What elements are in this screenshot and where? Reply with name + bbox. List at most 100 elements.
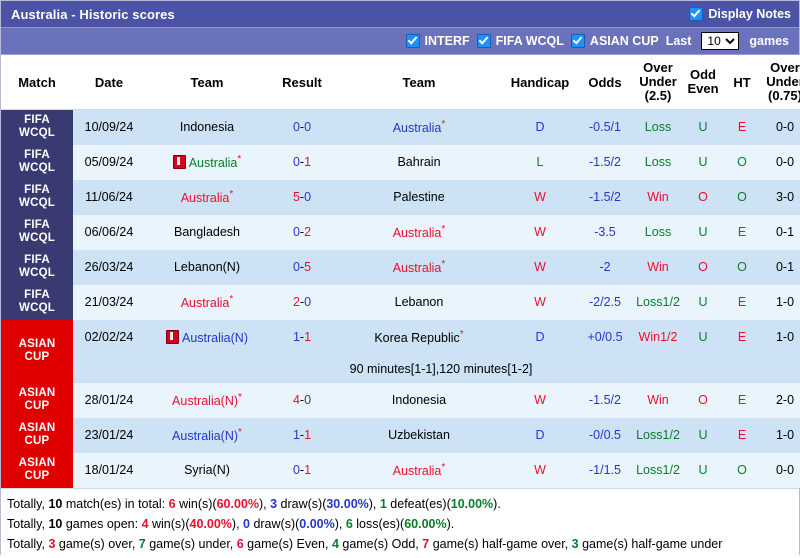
- table-row[interactable]: FIFA WCQL 26/03/24 Lebanon(N) 0-5 Australia* W…: [1, 249, 800, 285]
- table-row[interactable]: FIFA WCQL 10/09/24 Indonesia 0-0 Australia* D -…: [1, 109, 800, 145]
- home-team-cell[interactable]: Lebanon(N): [145, 249, 269, 285]
- odds-cell: Win: [633, 179, 683, 215]
- competition-badge[interactable]: FIFA WCQL: [1, 249, 73, 285]
- team-name[interactable]: Bangladesh: [174, 225, 240, 239]
- away-team-cell[interactable]: Australia*: [335, 452, 503, 488]
- match-date: 18/01/24: [73, 452, 145, 488]
- away-team-cell[interactable]: Bahrain: [335, 144, 503, 180]
- competition-badge[interactable]: FIFA WCQL: [1, 214, 73, 250]
- col-result[interactable]: Result: [269, 55, 335, 110]
- home-team-cell[interactable]: Australia(N)*: [145, 382, 269, 418]
- team-name[interactable]: Syria(N): [184, 463, 230, 477]
- odds-cell: Loss: [633, 214, 683, 250]
- team-name[interactable]: Australia(N): [172, 429, 238, 443]
- result-cell: W: [503, 214, 577, 250]
- away-team-cell[interactable]: Australia*: [335, 214, 503, 250]
- checkbox-icon[interactable]: [570, 34, 585, 48]
- display-notes-toggle[interactable]: Display Notes: [689, 7, 791, 21]
- table-row[interactable]: FIFA WCQL 06/06/24 Bangladesh 0-2 Australia* W…: [1, 214, 800, 250]
- team-name[interactable]: Indonesia: [180, 120, 234, 134]
- filter-asian-cup[interactable]: ASIAN CUP: [570, 34, 659, 48]
- away-team-cell[interactable]: Uzbekistan: [335, 417, 503, 453]
- table-row[interactable]: FIFA WCQL 21/03/24 Australia* 2-0 Lebanon W -2/…: [1, 284, 800, 320]
- score-cell[interactable]: 0-2: [269, 214, 335, 250]
- team-name[interactable]: Australia: [181, 296, 230, 310]
- col-handicap[interactable]: Handicap: [503, 55, 577, 110]
- team-name[interactable]: Australia(N): [182, 331, 248, 345]
- away-team-cell[interactable]: Palestine: [335, 179, 503, 215]
- table-row[interactable]: FIFA WCQL 11/06/24 Australia* 5-0 Palestine W -…: [1, 179, 800, 215]
- team-name[interactable]: Lebanon: [395, 295, 444, 309]
- team-name[interactable]: Bahrain: [397, 155, 440, 169]
- competition-badge[interactable]: FIFA WCQL: [1, 144, 73, 180]
- team-name[interactable]: Australia: [393, 226, 442, 240]
- score-cell[interactable]: 0-0: [269, 109, 335, 145]
- col-ht[interactable]: HT: [723, 55, 761, 110]
- team-name[interactable]: Lebanon(N): [174, 260, 240, 274]
- filter-fifa-wcql[interactable]: FIFA WCQL: [476, 34, 564, 48]
- score-cell[interactable]: 1-1: [269, 417, 335, 453]
- col-over-under-25[interactable]: Over Under (2.5): [633, 55, 683, 110]
- red-card-icon: [172, 155, 186, 170]
- summary-line-goals: Totally, 3 game(s) over, 7 game(s) under…: [7, 534, 793, 554]
- team-name[interactable]: Australia: [393, 121, 442, 135]
- team-name[interactable]: Palestine: [393, 190, 444, 204]
- away-team-cell[interactable]: Indonesia: [335, 382, 503, 418]
- result-cell: W: [503, 452, 577, 488]
- score-cell[interactable]: 4-0: [269, 382, 335, 418]
- team-name[interactable]: Uzbekistan: [388, 428, 450, 442]
- team-name[interactable]: Australia: [393, 464, 442, 478]
- team-name[interactable]: Indonesia: [392, 393, 446, 407]
- col-team-home[interactable]: Team: [145, 55, 269, 110]
- score-cell[interactable]: 2-0: [269, 284, 335, 320]
- col-odd-even[interactable]: Odd Even: [683, 55, 723, 110]
- team-name[interactable]: Australia: [393, 261, 442, 275]
- home-team-cell[interactable]: Australia(N): [145, 319, 269, 355]
- competition-badge[interactable]: FIFA WCQL: [1, 179, 73, 215]
- table-row[interactable]: FIFA WCQL 05/09/24 Australia* 0-1 Bahrain L -1.…: [1, 144, 800, 180]
- score-cell[interactable]: 0-5: [269, 249, 335, 285]
- away-team-cell[interactable]: Australia*: [335, 249, 503, 285]
- away-team-cell[interactable]: Australia*: [335, 109, 503, 145]
- away-team-cell[interactable]: Lebanon: [335, 284, 503, 320]
- score-cell[interactable]: 0-1: [269, 144, 335, 180]
- home-team-cell[interactable]: Indonesia: [145, 109, 269, 145]
- checkbox-icon[interactable]: [405, 34, 420, 48]
- filter-interf[interactable]: INTERF: [405, 34, 470, 48]
- competition-badge[interactable]: ASIAN CUP: [1, 382, 73, 418]
- table-row[interactable]: ASIAN CUP 18/01/24 Syria(N) 0-1 Australia* W -1…: [1, 452, 800, 488]
- score-cell[interactable]: 5-0: [269, 179, 335, 215]
- team-name[interactable]: Australia: [181, 191, 230, 205]
- summary-segment: draw(s)(: [249, 516, 300, 531]
- home-team-cell[interactable]: Australia*: [145, 284, 269, 320]
- home-team-cell[interactable]: Australia*: [145, 144, 269, 180]
- home-team-cell[interactable]: Australia*: [145, 179, 269, 215]
- home-team-cell[interactable]: Bangladesh: [145, 214, 269, 250]
- competition-badge[interactable]: FIFA WCQL: [1, 284, 73, 320]
- table-row[interactable]: ASIAN CUP 28/01/24 Australia(N)* 4-0 Indonesi…: [1, 382, 800, 418]
- team-name[interactable]: Korea Republic: [374, 331, 459, 345]
- table-row[interactable]: ASIAN CUP 02/02/24 Australia(N) 1-1 Korea Rep…: [1, 319, 800, 383]
- competition-badge[interactable]: ASIAN CUP: [1, 417, 73, 453]
- score-cell[interactable]: 0-1: [269, 452, 335, 488]
- team-name[interactable]: Australia(N): [172, 394, 238, 408]
- col-odds[interactable]: Odds: [577, 55, 633, 110]
- team-name[interactable]: Australia: [189, 156, 238, 170]
- checkbox-icon[interactable]: [689, 7, 704, 21]
- competition-badge[interactable]: ASIAN CUP: [1, 452, 73, 488]
- competition-badge[interactable]: FIFA WCQL: [1, 109, 73, 145]
- games-count-select[interactable]: 102030All: [701, 32, 740, 50]
- score-cell[interactable]: 1-1: [269, 319, 335, 355]
- checkbox-icon[interactable]: [476, 34, 491, 48]
- competition-badge[interactable]: ASIAN CUP: [1, 319, 73, 383]
- col-date[interactable]: Date: [73, 55, 145, 110]
- col-team-away[interactable]: Team: [335, 55, 503, 110]
- home-team-cell[interactable]: Australia(N)*: [145, 417, 269, 453]
- home-team-cell[interactable]: Syria(N): [145, 452, 269, 488]
- over-under-25-cell: U: [683, 319, 723, 355]
- result-cell: L: [503, 144, 577, 180]
- col-over-under-075[interactable]: Over Under (0.75): [761, 55, 800, 110]
- table-row[interactable]: ASIAN CUP 23/01/24 Australia(N)* 1-1 Uzbekist…: [1, 417, 800, 453]
- away-team-cell[interactable]: Korea Republic*: [335, 319, 503, 355]
- col-match[interactable]: Match: [1, 55, 73, 110]
